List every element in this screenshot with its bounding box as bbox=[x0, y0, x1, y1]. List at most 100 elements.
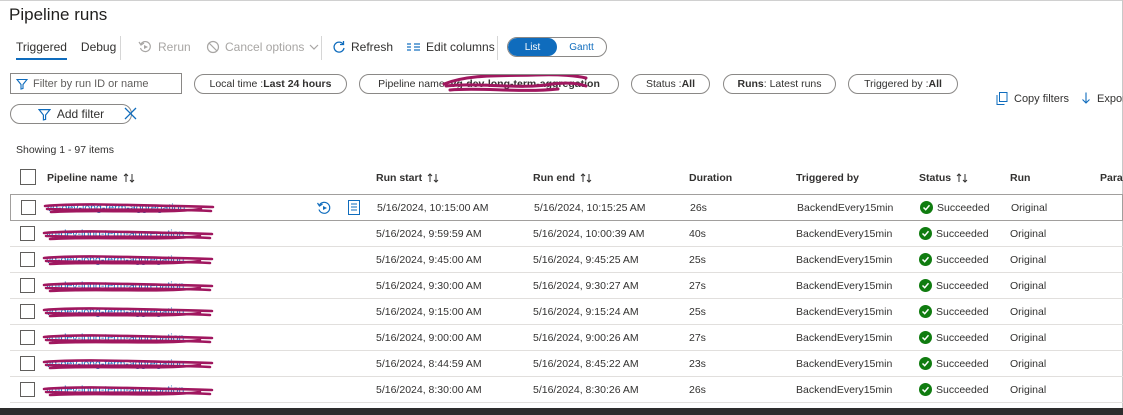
tab-debug[interactable]: Debug bbox=[81, 40, 116, 54]
status-cell: Succeeded bbox=[919, 227, 989, 240]
status-cell: Succeeded bbox=[919, 305, 989, 318]
check-circle-icon bbox=[919, 331, 932, 344]
status-text: Succeeded bbox=[936, 305, 989, 318]
column-header-status[interactable]: Status bbox=[919, 172, 968, 184]
row-checkbox[interactable] bbox=[21, 200, 36, 215]
column-header-triggered-by[interactable]: Triggered by bbox=[796, 172, 859, 184]
redaction-scribble bbox=[42, 359, 214, 370]
table-row[interactable]: vg-dev-long-term-aggregation 5/16/2024, … bbox=[10, 273, 1123, 299]
row-checkbox[interactable] bbox=[20, 226, 35, 241]
redaction-scribble bbox=[43, 203, 215, 214]
run-type: Original bbox=[1011, 202, 1048, 214]
check-circle-icon bbox=[919, 383, 932, 396]
redaction-scribble bbox=[42, 307, 214, 318]
table-row[interactable]: vg-dev-long-term-aggregation 5/16/2024, … bbox=[10, 247, 1123, 273]
run-type: Original bbox=[1010, 280, 1047, 292]
row-checkbox[interactable] bbox=[20, 304, 35, 319]
add-filter-label: Add filter bbox=[56, 107, 105, 121]
column-header-run-start[interactable]: Run start bbox=[376, 172, 439, 184]
column-header-run-end[interactable]: Run end bbox=[533, 172, 592, 184]
run-end: 5/16/2024, 8:45:22 AM bbox=[533, 358, 639, 370]
bottom-bar bbox=[0, 408, 1123, 415]
runs-filter[interactable]: Runs : Latest runs bbox=[723, 74, 836, 94]
column-header-run[interactable]: Run bbox=[1010, 172, 1030, 184]
toolbar-divider-2 bbox=[321, 36, 322, 60]
triggered-by-filter[interactable]: Triggered by : All bbox=[848, 74, 958, 94]
status-filter-value: All bbox=[681, 78, 696, 90]
duration: 27s bbox=[689, 280, 706, 292]
run-end: 5/16/2024, 8:30:26 AM bbox=[533, 384, 639, 396]
row-checkbox[interactable] bbox=[20, 252, 35, 267]
run-start: 5/16/2024, 8:44:59 AM bbox=[376, 358, 482, 370]
row-checkbox[interactable] bbox=[20, 278, 35, 293]
table-row[interactable]: vg-dev-long-term-aggregation 5/16/2024, … bbox=[10, 377, 1123, 403]
run-start: 5/16/2024, 9:00:00 AM bbox=[376, 332, 482, 344]
list-view-button[interactable]: List bbox=[508, 38, 557, 56]
triggered-by: BackendEvery15min bbox=[796, 332, 893, 344]
redaction-scribble bbox=[42, 282, 214, 293]
redaction-scribble bbox=[42, 255, 214, 266]
status-cell: Succeeded bbox=[920, 201, 990, 214]
status-cell: Succeeded bbox=[919, 357, 989, 370]
local-time-filter[interactable]: Local time : Last 24 hours bbox=[194, 74, 347, 94]
edit-columns-button[interactable]: Edit columns bbox=[406, 40, 495, 54]
sort-arrows-icon bbox=[956, 173, 968, 183]
cancel-options-button[interactable]: Cancel options bbox=[206, 40, 319, 54]
table-row[interactable]: vg-dev-long-term-aggregation 5/16/2024, … bbox=[10, 325, 1123, 351]
table-row[interactable]: vg-dev-long-term-aggregation 5/16/2024, … bbox=[10, 221, 1123, 247]
redaction-scribble bbox=[42, 334, 214, 345]
copy-filters-button[interactable]: Copy filters bbox=[996, 92, 1069, 105]
run-end: 5/16/2024, 9:15:24 AM bbox=[533, 306, 639, 318]
local-time-filter-value: Last 24 hours bbox=[263, 78, 332, 90]
column-header-duration[interactable]: Duration bbox=[689, 172, 732, 184]
status-filter[interactable]: Status : All bbox=[631, 74, 710, 94]
duration: 26s bbox=[690, 202, 707, 214]
add-filter-button[interactable]: Add filter bbox=[10, 104, 132, 124]
column-header-run-start-label: Run start bbox=[376, 172, 423, 184]
select-all-checkbox[interactable] bbox=[20, 169, 36, 185]
document-icon[interactable] bbox=[348, 200, 360, 215]
rerun-label: Rerun bbox=[158, 40, 191, 54]
tab-list: Triggered Debug bbox=[16, 40, 116, 60]
column-header-parameters[interactable]: Para bbox=[1100, 172, 1123, 184]
gantt-view-button[interactable]: Gantt bbox=[557, 38, 606, 56]
run-start: 5/16/2024, 9:45:00 AM bbox=[376, 254, 482, 266]
refresh-button[interactable]: Refresh bbox=[332, 40, 393, 54]
cancel-options-label: Cancel options bbox=[225, 40, 305, 54]
run-type: Original bbox=[1010, 332, 1047, 344]
column-header-pipeline-name[interactable]: Pipeline name bbox=[47, 172, 135, 184]
check-circle-icon bbox=[919, 227, 932, 240]
search-input[interactable] bbox=[33, 77, 173, 90]
table-row[interactable]: vg-dev-long-term-aggregation 5/16/2024, … bbox=[10, 351, 1123, 377]
sort-arrows-icon bbox=[427, 173, 439, 183]
run-start: 5/16/2024, 10:15:00 AM bbox=[377, 202, 489, 214]
run-start: 5/16/2024, 9:30:00 AM bbox=[376, 280, 482, 292]
row-checkbox[interactable] bbox=[20, 356, 35, 371]
table-row[interactable]: vg-dev-long-term-aggregation 5/16/2024, … bbox=[10, 299, 1123, 325]
toolbar-divider bbox=[120, 36, 121, 60]
copy-filters-label: Copy filters bbox=[1014, 92, 1070, 105]
run-end: 5/16/2024, 9:45:25 AM bbox=[533, 254, 639, 266]
status-cell: Succeeded bbox=[919, 331, 989, 344]
row-checkbox[interactable] bbox=[20, 330, 35, 345]
rerun-icon[interactable] bbox=[316, 200, 332, 216]
triggered-by: BackendEvery15min bbox=[796, 358, 893, 370]
rerun-button[interactable]: Rerun bbox=[138, 40, 191, 54]
close-icon[interactable] bbox=[124, 107, 137, 120]
top-divider bbox=[0, 0, 1123, 1]
run-type: Original bbox=[1010, 306, 1047, 318]
search-box bbox=[10, 73, 182, 94]
pipeline-name-filter[interactable]: Pipeline name : vg-dev-long-term-aggrega… bbox=[359, 74, 619, 94]
run-end: 5/16/2024, 9:30:27 AM bbox=[533, 280, 639, 292]
rerun-icon bbox=[138, 40, 151, 53]
status-cell: Succeeded bbox=[919, 279, 989, 292]
duration: 27s bbox=[689, 332, 706, 344]
export-button[interactable]: Expor bbox=[1081, 92, 1123, 105]
tab-triggered[interactable]: Triggered bbox=[16, 40, 67, 60]
row-checkbox[interactable] bbox=[20, 382, 35, 397]
runs-filter-label: Runs bbox=[737, 78, 764, 90]
duration: 40s bbox=[689, 228, 706, 240]
status-text: Succeeded bbox=[936, 227, 989, 240]
check-circle-icon bbox=[919, 253, 932, 266]
table-row[interactable]: vg-dev-long-term-aggregation 5/16/2024, … bbox=[10, 194, 1123, 221]
